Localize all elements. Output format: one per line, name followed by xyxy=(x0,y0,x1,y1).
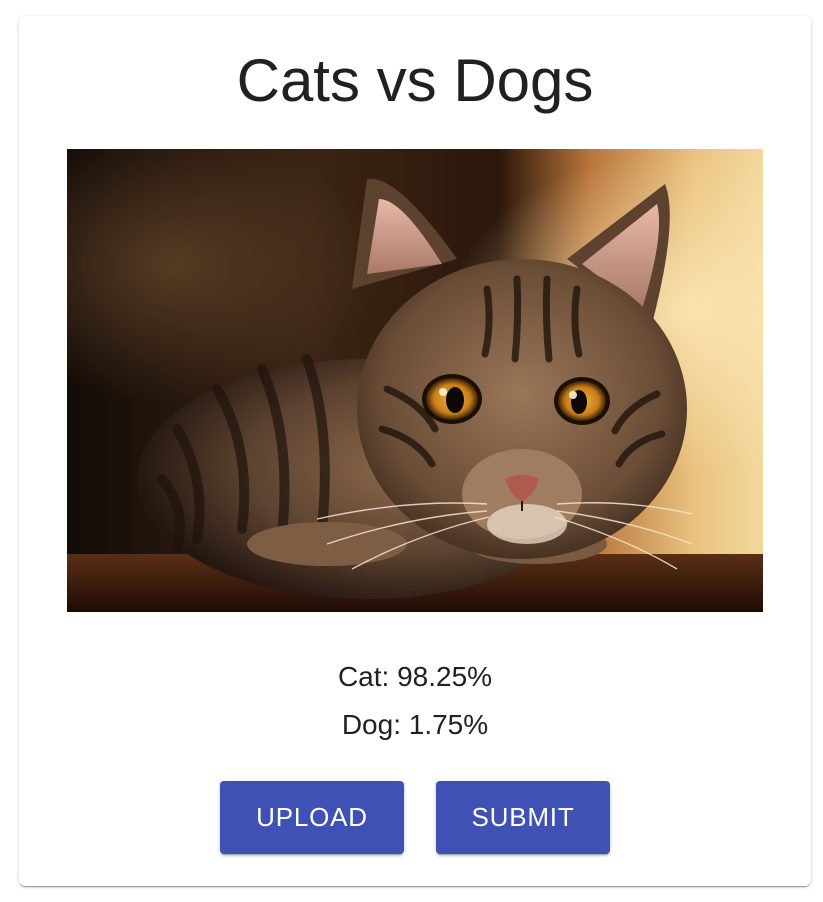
classifier-card: Cats vs Dogs Cat: 98.25% Dog: 1.75% UPLO… xyxy=(19,16,811,886)
page: Cats vs Dogs Cat: 98.25% Dog: 1.75% UPLO… xyxy=(0,0,823,902)
upload-button[interactable]: UPLOAD xyxy=(220,781,404,854)
cat-probability: Cat: 98.25% xyxy=(337,661,493,692)
page-title: Cats vs Dogs xyxy=(236,47,594,114)
dog-probability: Dog: 1.75% xyxy=(341,709,489,740)
uploaded-cat-image xyxy=(67,149,763,612)
submit-button[interactable]: SUBMIT xyxy=(436,781,610,854)
